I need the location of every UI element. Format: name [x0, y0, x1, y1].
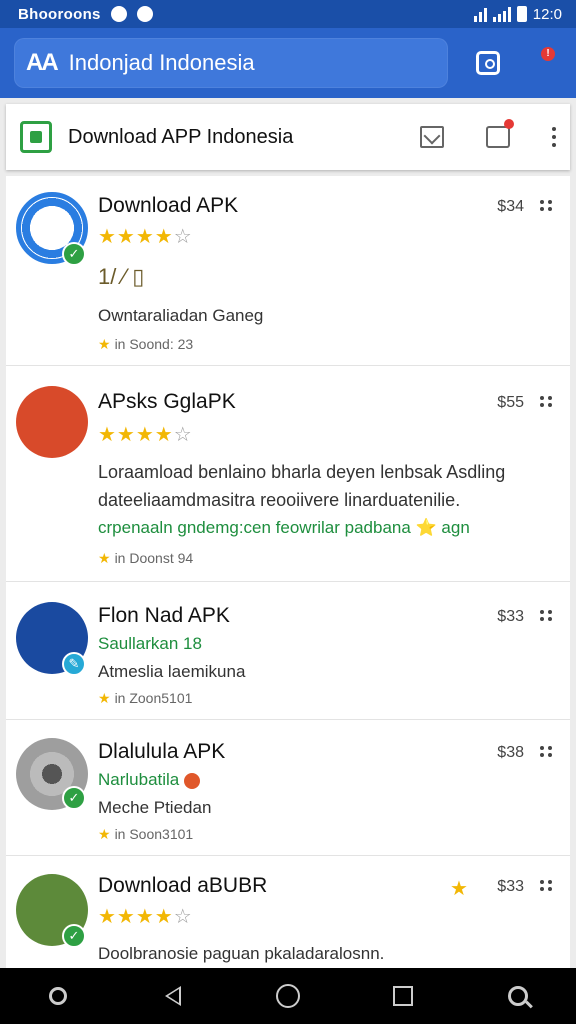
- app-bar-title: Indonjad Indonesia: [68, 50, 255, 75]
- item-name: Download aBUBR: [98, 874, 268, 897]
- search-bar[interactable]: AA Indonjad Indonesia: [14, 38, 448, 88]
- list-item[interactable]: APsks GglaPK $55 ★★★★☆ Loraamload benlai…: [6, 366, 570, 582]
- home-icon: [275, 984, 300, 1008]
- more-icon[interactable]: [540, 746, 552, 757]
- rating-stars: ★★★★☆: [98, 424, 193, 446]
- item-meta: ★ in Doonst 94: [98, 550, 194, 566]
- item-description: crpenaaln gndemg:cen feowrilar padbana ⭐…: [98, 518, 470, 537]
- app-list: ✓ Download APK $34 ★★★★☆ 1/ ⁄ ▯ Owntaral…: [6, 176, 570, 968]
- more-icon[interactable]: [540, 880, 552, 891]
- item-description: dateeliaamdmasitra reooiivere linarduate…: [98, 490, 461, 510]
- badge-icon: [184, 772, 200, 789]
- item-price: $38: [497, 744, 524, 761]
- notification-icon: [110, 6, 127, 22]
- rating-stars: ★★★★☆: [98, 906, 193, 928]
- record-button[interactable]: [38, 976, 78, 1016]
- wifi-icon: [473, 6, 487, 22]
- battery-icon: [516, 6, 527, 22]
- alert-icon: !: [541, 47, 555, 61]
- nav-bar: [0, 968, 576, 1024]
- recents-icon: [393, 986, 414, 1006]
- home-button[interactable]: [268, 976, 308, 1016]
- avatar: [16, 386, 88, 458]
- star-icon: ★: [450, 878, 468, 900]
- list-item[interactable]: ✓ Dlalulula APK $38 Narlubatila Meche Pt…: [6, 720, 570, 856]
- item-price: $33: [497, 608, 524, 625]
- alert-button[interactable]: !: [528, 43, 568, 83]
- item-price: $33: [497, 878, 524, 895]
- list-item[interactable]: ✎ Flon Nad APK $33 Saullarkan 18 Atmesli…: [6, 582, 570, 720]
- clock: 12:0: [532, 5, 562, 23]
- item-description: Doolbranosie paguan pkaladaralosnn.: [98, 944, 385, 963]
- verified-icon: ✓: [62, 786, 86, 810]
- notification-icon: [136, 6, 153, 22]
- item-name: Dlalulula APK: [98, 740, 226, 763]
- item-subtitle: Narlubatila: [98, 770, 200, 790]
- verified-icon: ✓: [62, 924, 86, 948]
- item-line: 1/ ⁄ ▯: [98, 264, 145, 289]
- item-meta: ★ in Zoon5101: [98, 690, 193, 706]
- item-price: $34: [497, 198, 524, 215]
- list-item[interactable]: ✓ Download APK $34 ★★★★☆ 1/ ⁄ ▯ Owntaral…: [6, 176, 570, 366]
- item-price: $55: [497, 394, 524, 411]
- app-logo-icon: AA: [26, 49, 59, 76]
- header-title: Download APP Indonesia: [68, 125, 294, 148]
- verified-icon: ✓: [62, 242, 86, 266]
- status-bar: Bhooroons 12:0: [0, 0, 576, 28]
- item-name: Download APK: [98, 194, 239, 217]
- recents-button[interactable]: [383, 976, 423, 1016]
- list-item[interactable]: ✓ Download aBUBR ★ $33 ★★★★☆ Doolbranosi…: [6, 856, 570, 968]
- app-bar: AA Indonjad Indonesia !: [0, 28, 576, 98]
- record-icon: [48, 987, 67, 1005]
- app-frame-button[interactable]: [468, 43, 508, 83]
- item-description: Atmeslia laemikuna: [98, 662, 246, 681]
- back-icon: [164, 986, 181, 1006]
- item-description: Owntaraliadan Ganeg: [98, 306, 264, 325]
- carrier-label: Bhooroons: [18, 5, 101, 23]
- more-icon[interactable]: [540, 200, 552, 211]
- app-frame-icon: [476, 51, 500, 75]
- back-button[interactable]: [153, 976, 193, 1016]
- app-logo-icon: [20, 121, 52, 153]
- more-vert-icon[interactable]: [552, 127, 556, 147]
- chat-icon[interactable]: [486, 119, 514, 148]
- item-name: Flon Nad APK: [98, 604, 230, 627]
- mail-icon[interactable]: [420, 126, 444, 148]
- item-meta: ★ in Soon3101: [98, 826, 194, 842]
- more-icon[interactable]: [540, 610, 552, 621]
- item-meta: ★ in Soond: 23: [98, 336, 194, 352]
- signal-icon: [492, 6, 511, 22]
- item-description: Loraamload benlaino bharla deyen lenbsak…: [98, 462, 506, 482]
- search-button[interactable]: [498, 976, 538, 1016]
- item-name: APsks GglaPK: [98, 390, 236, 413]
- search-icon: [508, 986, 529, 1006]
- more-icon[interactable]: [540, 396, 552, 407]
- rating-stars: ★★★★☆: [98, 226, 193, 248]
- item-subtitle: Saullarkan 18: [98, 634, 202, 653]
- item-description: Meche Ptiedan: [98, 798, 212, 817]
- edit-icon: ✎: [62, 652, 86, 676]
- header-card: Download APP Indonesia: [6, 104, 570, 170]
